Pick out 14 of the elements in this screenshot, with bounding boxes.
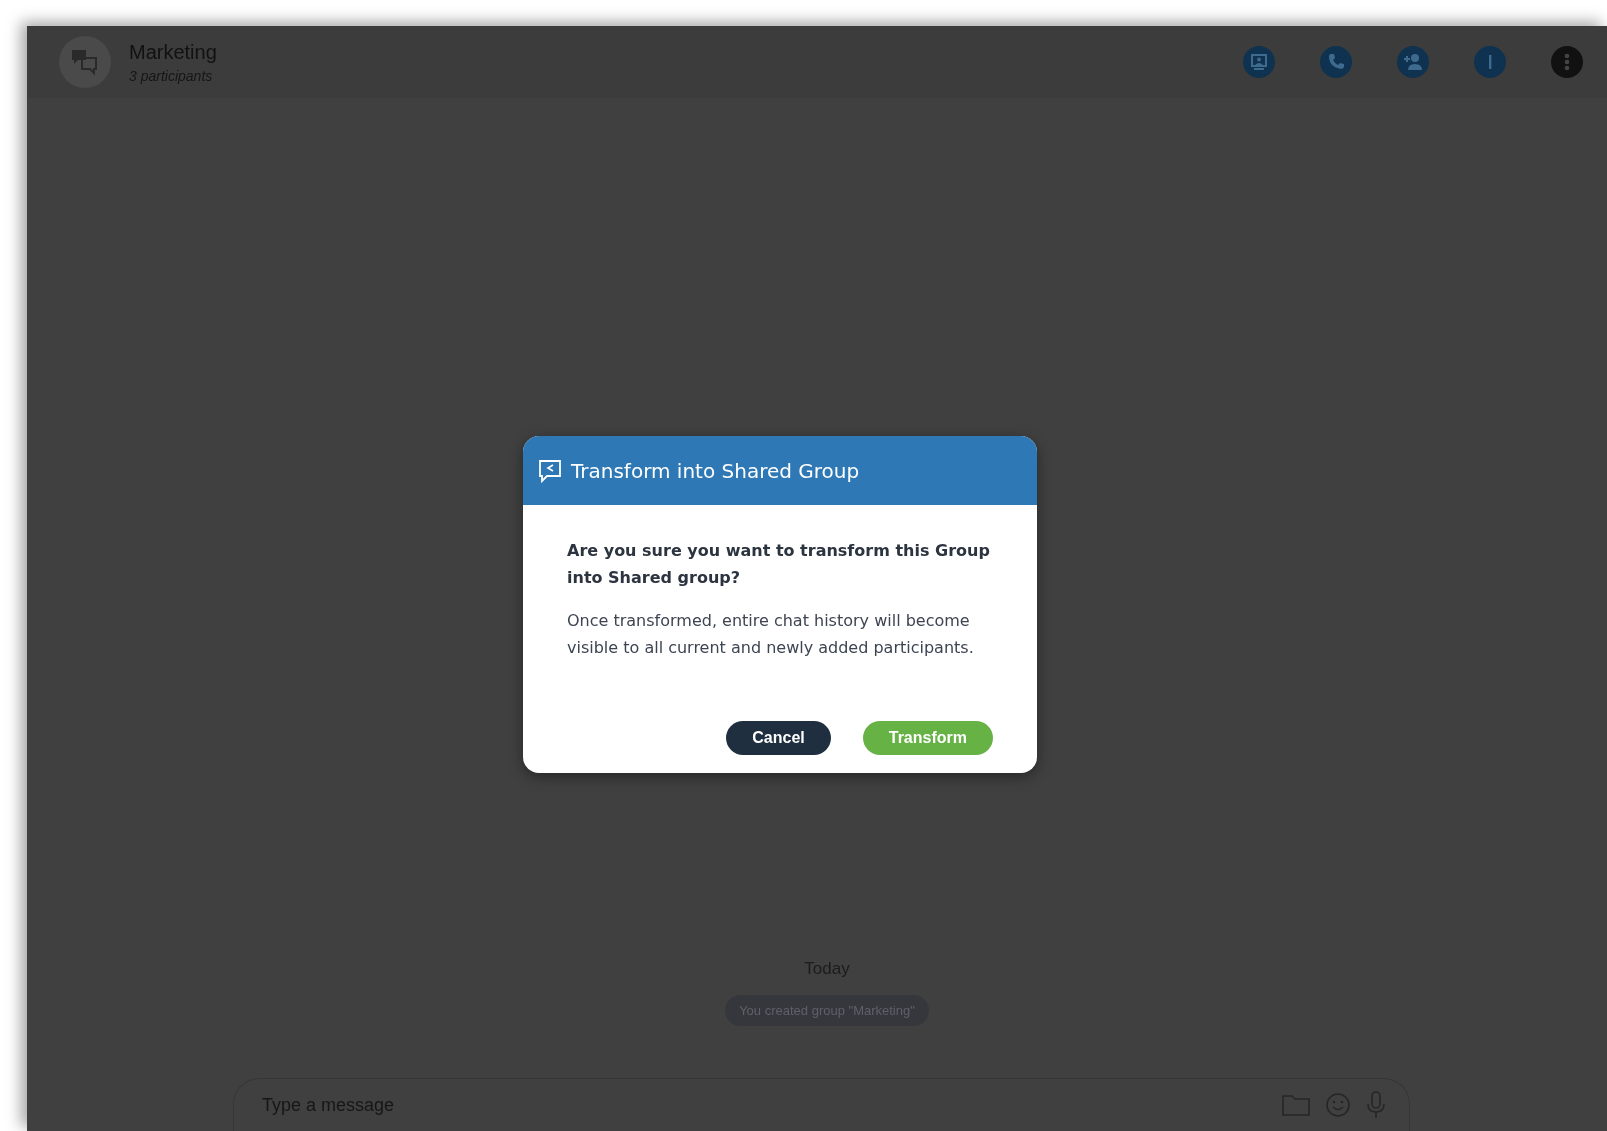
add-person-icon[interactable] bbox=[1397, 46, 1429, 78]
dialog-description: Once transformed, entire chat history will become visible to all current and newly added participants. bbox=[567, 610, 975, 659]
info-icon[interactable] bbox=[1474, 46, 1506, 78]
group-chat-avatar-icon bbox=[59, 36, 111, 88]
dialog-title: Transform into Shared Group bbox=[571, 458, 860, 483]
microphone-icon[interactable] bbox=[1365, 1090, 1387, 1120]
confirmation-question: Are you sure you want to transform this Group into Shared group? bbox=[567, 540, 991, 589]
more-icon[interactable] bbox=[1551, 46, 1583, 78]
screen-share-icon[interactable] bbox=[1243, 46, 1275, 78]
share-chat-icon bbox=[537, 457, 563, 484]
folder-icon[interactable] bbox=[1281, 1093, 1311, 1117]
phone-icon[interactable] bbox=[1320, 46, 1352, 78]
cancel-button[interactable]: Cancel bbox=[726, 721, 831, 755]
emoji-icon[interactable] bbox=[1325, 1092, 1351, 1118]
